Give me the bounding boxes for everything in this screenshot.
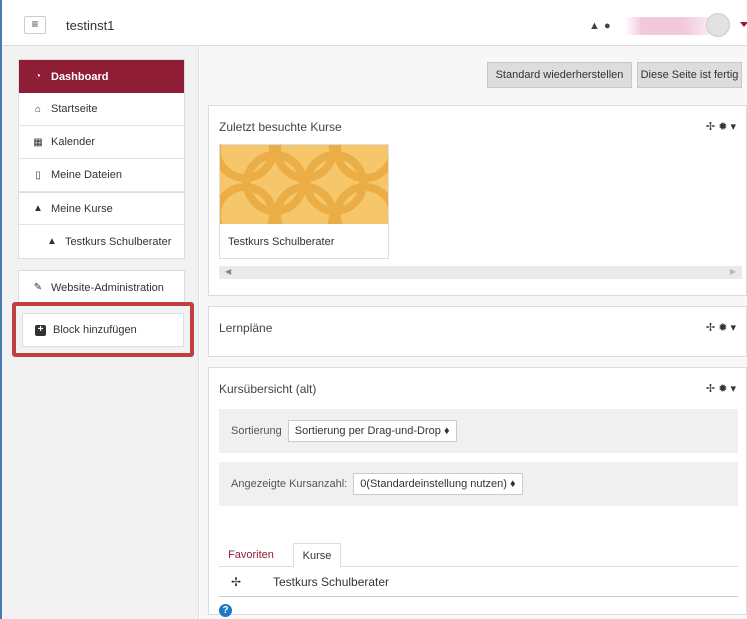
main-navigation: ◔ Dashboard ⌂ Startseite ▦ Kalender ▯ Me… bbox=[18, 59, 185, 259]
reset-page-label: Standard wiederherstellen bbox=[495, 69, 624, 81]
sidebar-item-label: Startseite bbox=[51, 103, 98, 115]
block-title: Lernpläne bbox=[219, 321, 273, 335]
sidebar-item-label: Website-Administration bbox=[51, 281, 164, 294]
move-icon[interactable]: ✢ bbox=[219, 575, 253, 589]
sidebar-item-website-administration[interactable]: ✎ Website-Administration bbox=[19, 271, 184, 304]
recent-courses-block: Zuletzt besuchte Kurse ✢ ✹ ▾ Testkurs Sc… bbox=[208, 105, 747, 296]
learning-plans-block: Lernpläne ✢ ✹ ▾ bbox=[208, 306, 747, 357]
sidebar-item-label: Meine Dateien bbox=[51, 169, 122, 181]
course-name[interactable]: Testkurs Schulberater bbox=[220, 224, 388, 260]
sort-row: Sortierung Sortierung per Drag-und-Drop … bbox=[219, 409, 738, 453]
sidebar-item-meine-dateien[interactable]: ▯ Meine Dateien bbox=[19, 159, 184, 192]
home-icon: ⌂ bbox=[34, 103, 42, 115]
scroll-left-icon[interactable]: ◀ bbox=[225, 267, 231, 276]
sidebar-item-kalender[interactable]: ▦ Kalender bbox=[19, 126, 184, 159]
sidebar-item-label: Kalender bbox=[51, 136, 96, 148]
count-row: Angezeigte Kursanzahl: 0(Standardeinstel… bbox=[219, 462, 738, 506]
course-list-item: ✢ Testkurs Schulberater bbox=[219, 567, 738, 597]
calendar-icon: ▦ bbox=[33, 136, 43, 148]
horizontal-scrollbar[interactable]: ◀ ▶ bbox=[219, 266, 742, 279]
scroll-right-icon[interactable]: ▶ bbox=[730, 267, 736, 276]
help-icon[interactable]: ? bbox=[219, 604, 232, 617]
block-title: Zuletzt besuchte Kurse bbox=[219, 120, 342, 134]
gear-icon[interactable]: ✹ bbox=[718, 121, 727, 133]
gear-icon[interactable]: ✹ bbox=[718, 322, 727, 334]
avatar-icon[interactable] bbox=[706, 13, 730, 37]
admin-navigation: ✎ Website-Administration bbox=[18, 270, 185, 305]
done-page-button[interactable]: Diese Seite ist fertig bbox=[637, 62, 742, 88]
graduation-cap-icon: ▲ bbox=[47, 236, 57, 247]
site-name[interactable]: testinst1 bbox=[66, 18, 114, 33]
file-icon: ▯ bbox=[35, 169, 41, 181]
course-link[interactable]: Testkurs Schulberater bbox=[273, 575, 389, 589]
sort-label: Sortierung bbox=[231, 425, 282, 437]
course-overview-block: Kursübersicht (alt) ✢ ✹ ▾ Sortierung Sor… bbox=[208, 367, 747, 617]
highlight-box bbox=[12, 302, 194, 357]
count-select[interactable]: 0(Standardeinstellung nutzen) ♦ bbox=[353, 473, 523, 495]
chevron-down-icon[interactable]: ▾ bbox=[730, 121, 736, 133]
block-tools: ✢ ✹ ▾ bbox=[706, 382, 736, 395]
sidebar-item-label: Dashboard bbox=[51, 70, 109, 83]
course-tabs: Favoriten Kurse bbox=[219, 535, 738, 568]
move-icon[interactable]: ✢ bbox=[706, 322, 715, 334]
sidebar-item-label: Meine Kurse bbox=[51, 202, 113, 215]
sidebar-item-label: Testkurs Schulberater bbox=[65, 235, 172, 248]
course-image bbox=[220, 145, 388, 224]
sort-select[interactable]: Sortierung per Drag-und-Drop ♦ bbox=[287, 420, 457, 442]
count-label: Angezeigte Kursanzahl: bbox=[231, 478, 348, 490]
course-card[interactable]: Testkurs Schulberater bbox=[219, 144, 389, 259]
user-name-blurred[interactable] bbox=[625, 17, 709, 35]
reset-page-button[interactable]: Standard wiederherstellen bbox=[487, 62, 632, 88]
move-icon[interactable]: ✢ bbox=[706, 383, 715, 395]
chat-icon[interactable]: ● bbox=[604, 20, 611, 32]
sidebar-item-dashboard[interactable]: ◔ Dashboard bbox=[19, 60, 184, 93]
dashboard-icon: ◔ bbox=[34, 71, 42, 82]
sidebar-item-testkurs[interactable]: ▲ Testkurs Schulberater bbox=[19, 225, 184, 258]
sidebar-item-meine-kurse[interactable]: ▲ Meine Kurse bbox=[19, 192, 184, 225]
block-tools: ✢ ✹ ▾ bbox=[706, 120, 736, 133]
bell-icon[interactable]: ▲ bbox=[589, 20, 600, 32]
gear-icon[interactable]: ✹ bbox=[718, 383, 727, 395]
wrench-icon: ✎ bbox=[33, 282, 43, 293]
done-page-label: Diese Seite ist fertig bbox=[640, 69, 739, 81]
move-icon[interactable]: ✢ bbox=[706, 121, 715, 133]
chevron-down-icon[interactable] bbox=[740, 22, 747, 27]
course-pattern bbox=[220, 145, 388, 224]
block-title: Kursübersicht (alt) bbox=[219, 382, 317, 396]
chevron-down-icon[interactable]: ▾ bbox=[730, 383, 736, 395]
tab-kurse[interactable]: Kurse bbox=[293, 543, 341, 568]
graduation-cap-icon: ▲ bbox=[33, 203, 43, 214]
sidebar-item-startseite[interactable]: ⌂ Startseite bbox=[19, 93, 184, 126]
hamburger-icon[interactable]: ≡ bbox=[24, 16, 46, 34]
chevron-down-icon[interactable]: ▾ bbox=[730, 322, 736, 334]
block-tools: ✢ ✹ ▾ bbox=[706, 321, 736, 334]
tab-favoriten[interactable]: Favoriten bbox=[219, 543, 283, 567]
